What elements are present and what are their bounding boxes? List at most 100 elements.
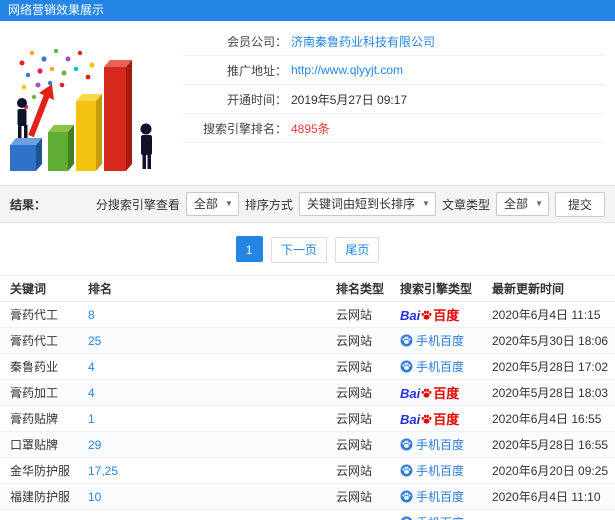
chevron-down-icon: ▼ (535, 199, 543, 208)
info-row: 开通时间： 2019年5月27日 09:17 (183, 85, 605, 114)
mobile-baidu-icon (400, 490, 413, 503)
sort-label: 排序方式 (244, 197, 293, 212)
rank-type-cell: 云网站 (326, 405, 390, 432)
table-row: 膏药代工 8 云网站 Bai 百度 2020年6月4日 11:15 (0, 301, 615, 328)
rank-cell (78, 509, 326, 520)
pagination: 1 下一页 尾页 (0, 223, 615, 275)
info-row: 会员公司： 济南秦鲁药业科技有限公司 (183, 27, 605, 56)
keyword-cell: 秦鲁药业 (0, 353, 78, 380)
page: 网络营销效果展示 会员公司： 济南秦鲁药业科技有限公司 推广地址： http:/… (0, 0, 615, 520)
rank-type-cell: 云网站 (326, 353, 390, 380)
mobile-baidu-icon (400, 464, 413, 477)
baidu-paw-icon (421, 414, 432, 424)
chevron-down-icon: ▼ (225, 199, 233, 208)
red-up-arrow (28, 84, 54, 138)
rank-link[interactable]: 25 (88, 334, 101, 348)
header-update-time: 最新更新时间 (482, 275, 615, 302)
header-keyword: 关键词 (0, 275, 78, 302)
article-type-value: 全部 (503, 197, 528, 211)
person-left (17, 98, 28, 138)
rank-link[interactable]: 29 (88, 438, 101, 452)
header-engine-type: 搜索引擎类型 (390, 275, 482, 302)
rank-type-cell: 云网站 (326, 431, 390, 458)
table-row: 手机百度 (0, 509, 615, 520)
engine-cell: 手机百度 (390, 457, 482, 484)
info-label: 搜索引擎排名： (202, 121, 287, 136)
pagination-current-page[interactable]: 1 (235, 236, 263, 262)
mobile-baidu-icon (400, 438, 413, 451)
growth-chart-illustration (4, 29, 169, 179)
keyword-cell: 口罩贴牌 (0, 431, 78, 458)
engine-cell: Bai 百度 (390, 301, 482, 328)
rank-cell: 1 (78, 405, 326, 432)
table-row: 口罩贴牌 29 云网站 手机百度 2020年5月28日 16:55 (0, 431, 615, 458)
keyword-cell: 金华防护服 (0, 457, 78, 484)
submit-button[interactable]: 提交 (554, 191, 605, 217)
rank-cell: 4 (78, 379, 326, 406)
info-link[interactable]: 济南秦鲁药业科技有限公司 (291, 33, 435, 50)
table-row: 秦鲁药业 4 云网站 手机百度 2020年5月28日 17:02 (0, 353, 615, 380)
rank-cell: 25 (78, 327, 326, 354)
rank-type-cell (326, 509, 390, 520)
mobile-baidu-logo: 手机百度 (400, 438, 464, 452)
engine-filter-label: 分搜索引擎查看 (95, 197, 180, 212)
rank-link[interactable]: 17,25 (88, 464, 118, 478)
mobile-baidu-icon (401, 516, 412, 520)
table-row: 福建防护服 10 云网站 手机百度 2020年6月4日 11:10 (0, 483, 615, 510)
engine-cell: 手机百度 (390, 483, 482, 510)
engine-cell: 手机百度 (390, 327, 482, 354)
baidu-logo: Bai 百度 (400, 386, 460, 401)
growth-chart-svg (10, 48, 152, 171)
table-row: 膏药加工 4 云网站 Bai 百度 2020年5月28日 18:03 (0, 379, 615, 406)
filter-controls: 分搜索引擎查看 全部 ▼ 排序方式 关键词由短到长排序 ▼ 文章类型 全部 ▼ … (95, 191, 605, 217)
filter-bar: 结果： 分搜索引擎查看 全部 ▼ 排序方式 关键词由短到长排序 ▼ 文章类型 全… (0, 185, 615, 223)
article-type-select[interactable]: 全部 ▼ (495, 192, 549, 216)
rank-link[interactable]: 1 (88, 412, 95, 426)
results-label: 结果： (10, 197, 47, 212)
engine-cell: Bai 百度 (390, 405, 482, 432)
info-row: 搜索引擎排名： 4895条 (183, 114, 605, 143)
baidu-paw-icon (421, 310, 432, 320)
info-link[interactable]: http://www.qlyyjt.com (291, 63, 403, 77)
keyword-cell: 膏药加工 (0, 379, 78, 406)
time-cell: 2020年5月28日 18:03 (482, 379, 615, 406)
pagination-last-button[interactable]: 尾页 (335, 237, 380, 263)
mobile-baidu-icon (400, 334, 413, 347)
table-header-row: 关键词 排名 排名类型 搜索引擎类型 最新更新时间 (0, 275, 615, 302)
time-cell (482, 509, 615, 520)
time-cell: 2020年5月28日 17:02 (482, 353, 615, 380)
blue-cube (10, 138, 42, 171)
rank-link[interactable]: 8 (88, 308, 95, 322)
member-info-section: 会员公司： 济南秦鲁药业科技有限公司 推广地址： http://www.qlyyjt.… (0, 21, 615, 185)
mobile-baidu-icon (400, 360, 413, 373)
person-right (140, 123, 152, 169)
info-label: 开通时间： (226, 92, 287, 107)
keyword-cell (0, 509, 78, 520)
time-cell: 2020年6月4日 11:10 (482, 483, 615, 510)
engine-cell: 手机百度 (390, 353, 482, 380)
info-value: 4895条 (291, 121, 330, 136)
engine-cell: 手机百度 (390, 509, 482, 520)
rank-cell: 29 (78, 431, 326, 458)
sort-select[interactable]: 关键词由短到长排序 ▼ (298, 192, 436, 216)
bar-yellow (76, 94, 102, 171)
info-row: 推广地址： http://www.qlyyjt.com (183, 56, 605, 85)
bar-green (48, 125, 74, 171)
keyword-cell: 膏药代工 (0, 327, 78, 354)
rank-link[interactable]: 4 (88, 360, 95, 374)
rank-link[interactable]: 10 (88, 490, 101, 504)
member-info-rows: 会员公司： 济南秦鲁药业科技有限公司 推广地址： http://www.qlyyjt.… (183, 21, 615, 143)
rank-type-cell: 云网站 (326, 327, 390, 354)
rank-type-cell: 云网站 (326, 379, 390, 406)
pagination-next-button[interactable]: 下一页 (270, 237, 327, 263)
rank-cell: 4 (78, 353, 326, 380)
engine-filter-value: 全部 (193, 197, 218, 211)
keyword-cell: 膏药代工 (0, 301, 78, 328)
baidu-logo: Bai 百度 (400, 308, 460, 323)
time-cell: 2020年5月28日 16:55 (482, 431, 615, 458)
mobile-baidu-logo: 手机百度 (400, 334, 464, 348)
header-rank-type: 排名类型 (326, 275, 390, 302)
rank-link[interactable]: 4 (88, 386, 95, 400)
rank-type-cell: 云网站 (326, 301, 390, 328)
engine-filter-select[interactable]: 全部 ▼ (185, 192, 239, 216)
